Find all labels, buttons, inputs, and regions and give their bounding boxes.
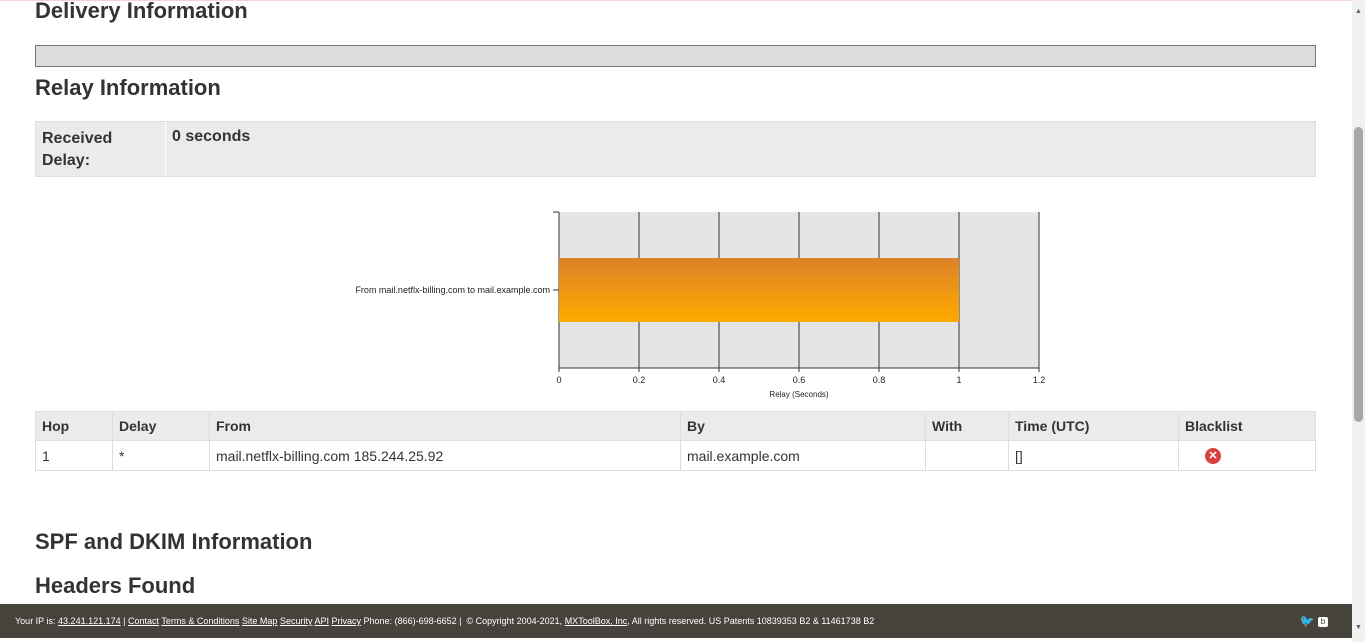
time-cell: [] bbox=[1008, 440, 1179, 471]
table-row: 1 * mail.netflx-billing.com 185.244.25.9… bbox=[35, 440, 1316, 471]
delay-cell: * bbox=[112, 440, 210, 471]
col-time[interactable]: Time (UTC) bbox=[1008, 411, 1179, 441]
phone-text: Phone: (866)-698-6652 | bbox=[363, 616, 462, 626]
delay-separator bbox=[165, 122, 166, 176]
hops-table-header: Hop Delay From By With Time (UTC) Blackl… bbox=[35, 411, 1316, 441]
scroll-down-icon[interactable]: ▼ bbox=[1355, 624, 1362, 631]
spf-dkim-heading: SPF and DKIM Information bbox=[35, 529, 313, 554]
x-tick-label: 0.2 bbox=[633, 375, 646, 385]
ip-label: Your IP is: bbox=[15, 616, 56, 626]
bar bbox=[559, 258, 959, 322]
col-with[interactable]: With bbox=[925, 411, 1009, 441]
copyright-text: © Copyright 2004-2021, bbox=[466, 616, 563, 626]
footer-sep: | bbox=[123, 616, 126, 626]
x-axis-label: Relay (Seconds) bbox=[769, 390, 828, 399]
scrollbar-thumb[interactable] bbox=[1354, 127, 1363, 422]
privacy-link[interactable]: Privacy bbox=[332, 616, 362, 626]
col-hop[interactable]: Hop bbox=[35, 411, 113, 441]
x-tick-label: 1 bbox=[956, 375, 961, 385]
col-from[interactable]: From bbox=[209, 411, 681, 441]
received-delay-table: Received Delay: 0 seconds bbox=[35, 121, 1316, 177]
x-circle-icon[interactable]: ✕ bbox=[1205, 448, 1221, 465]
delivery-information-heading: Delivery Information bbox=[35, 0, 248, 23]
security-link[interactable]: Security bbox=[280, 616, 313, 626]
received-delay-label: Received Delay: bbox=[42, 130, 113, 169]
blacklist-cell: ✕ bbox=[1178, 440, 1316, 471]
relay-chart: 0 0.2 0.4 0.6 0.8 1 1.2 From mail.netflx-billin… bbox=[355, 211, 1046, 399]
blog-icon[interactable]: b bbox=[1318, 616, 1328, 627]
twitter-icon[interactable]: 🐦 bbox=[1300, 614, 1315, 628]
hop-cell: 1 bbox=[35, 440, 113, 471]
rights-text: , All rights reserved. US Patents 108393… bbox=[627, 616, 875, 626]
from-cell: mail.netflx-billing.com 185.244.25.92 bbox=[209, 440, 681, 471]
hops-table: Hop Delay From By With Time (UTC) Blackl… bbox=[35, 411, 1316, 471]
social-icons: 🐦 b bbox=[1300, 604, 1328, 638]
relay-information-heading: Relay Information bbox=[35, 75, 221, 100]
ip-link[interactable]: 43.241.121.174 bbox=[58, 616, 121, 626]
delivery-bar bbox=[35, 45, 1316, 67]
headers-found-heading: Headers Found bbox=[35, 573, 196, 598]
x-tick-label: 0 bbox=[556, 375, 561, 385]
y-tick-label: From mail.netflx-billing.com to mail.exa… bbox=[355, 285, 550, 295]
with-cell bbox=[925, 440, 1009, 471]
x-tick-label: 0.4 bbox=[713, 375, 726, 385]
x-tick-label: 0.8 bbox=[873, 375, 886, 385]
x-tick-label: 0.6 bbox=[793, 375, 806, 385]
contact-link[interactable]: Contact bbox=[128, 616, 159, 626]
company-link[interactable]: MXToolBox, Inc bbox=[565, 616, 628, 626]
x-tick-label: 1.2 bbox=[1033, 375, 1046, 385]
terms-link[interactable]: Terms & Conditions bbox=[161, 616, 239, 626]
api-link[interactable]: API bbox=[314, 616, 329, 626]
by-cell: mail.example.com bbox=[680, 440, 926, 471]
col-blacklist[interactable]: Blacklist bbox=[1178, 411, 1316, 441]
scroll-up-icon[interactable]: ▲ bbox=[1355, 8, 1362, 15]
received-delay-value: 0 seconds bbox=[172, 128, 251, 145]
col-delay[interactable]: Delay bbox=[112, 411, 210, 441]
footer: Your IP is: 43.241.121.174 | Contact Ter… bbox=[0, 604, 1352, 638]
sitemap-link[interactable]: Site Map bbox=[242, 616, 278, 626]
scrollbar[interactable]: ▲ ▼ bbox=[1352, 0, 1365, 642]
col-by[interactable]: By bbox=[680, 411, 926, 441]
